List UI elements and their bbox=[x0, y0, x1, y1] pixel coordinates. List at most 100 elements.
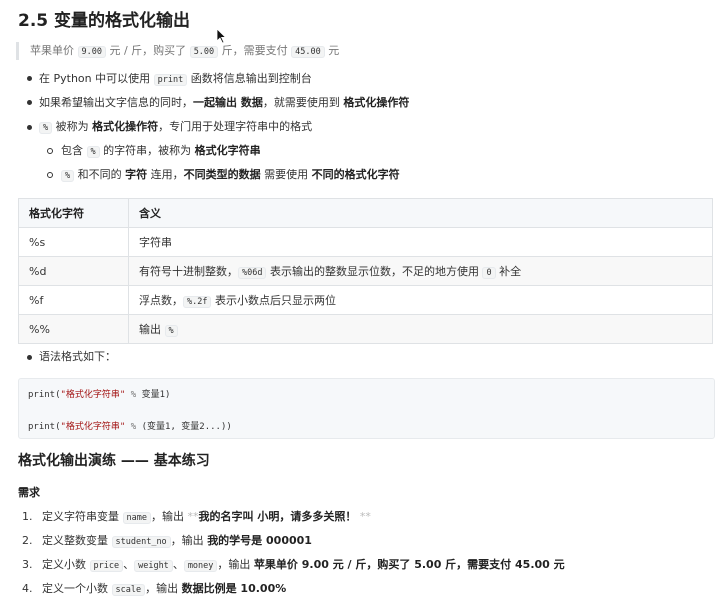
requirement-label: 需求 bbox=[18, 486, 40, 499]
bold-text: 苹果单价 9.00 元 / 斤，购买了 5.00 斤，需要支付 45.00 元 bbox=[253, 558, 565, 571]
list-number: 3. bbox=[22, 558, 33, 571]
text: 连用， bbox=[150, 168, 184, 181]
inline-code: name bbox=[122, 512, 151, 524]
table-header-row: 格式化字符 含义 bbox=[18, 198, 713, 228]
bullet-dot-icon bbox=[27, 125, 32, 130]
bold-text: 我的学号是 000001 bbox=[207, 534, 312, 547]
text: ，输出 bbox=[145, 582, 179, 595]
text: 输出 bbox=[139, 323, 161, 336]
list-item: 语法格式如下： bbox=[39, 350, 116, 363]
bold-text: 我的名字叫 小明，请多多关照！ bbox=[198, 510, 357, 523]
inline-code: 5.00 bbox=[189, 46, 219, 58]
code-function: print( bbox=[28, 390, 61, 400]
table-cell: %f bbox=[18, 285, 129, 315]
inline-code: %.2f bbox=[183, 296, 212, 308]
table-cell: %s bbox=[18, 227, 129, 257]
table-header: 含义 bbox=[128, 198, 713, 228]
bold-text: 不同类型的数据 bbox=[183, 168, 261, 181]
list-item: 如果希望输出文字信息的同时，一起输出 数据，就需要使用到 格式化操作符 bbox=[39, 95, 409, 111]
text: 如果希望输出文字信息的同时， bbox=[39, 96, 193, 109]
sub-list-item: 包含 % 的字符串，被称为 格式化字符串 bbox=[61, 143, 261, 160]
bold-text: 格式化操作符 bbox=[343, 96, 410, 109]
list-item: % 被称为 格式化操作符，专门用于处理字符串中的格式 bbox=[39, 119, 312, 136]
text: 浮点数， bbox=[139, 294, 183, 307]
inline-code: % bbox=[39, 122, 53, 134]
markdown-stars: ** bbox=[187, 510, 199, 523]
bold-text: 格式化字符串 bbox=[194, 144, 261, 157]
bold-text: 字符 bbox=[125, 168, 148, 181]
text: 定义一个小数 bbox=[42, 582, 108, 595]
list-item: 1. 定义字符串变量 name ，输出 **我的名字叫 小明，请多多关照！ ** bbox=[22, 509, 371, 526]
text: 、 bbox=[172, 558, 184, 571]
bold-text: 格式化操作符 bbox=[92, 120, 159, 133]
inline-code: % bbox=[86, 146, 100, 158]
quote-text: 苹果单价 bbox=[30, 44, 74, 57]
sub-bullet-circle-icon bbox=[47, 148, 53, 154]
code-text: (变量1, 变量2...)) bbox=[141, 422, 232, 432]
quote-text: 斤，需要支付 bbox=[221, 44, 288, 57]
text: 字符串 bbox=[139, 236, 172, 249]
inline-code: 9.00 bbox=[77, 46, 106, 58]
inline-code: % bbox=[61, 170, 75, 182]
code-text: 变量1) bbox=[141, 390, 171, 400]
page-title: 2.5 变量的格式化输出 bbox=[18, 11, 191, 31]
text: 和不同的 bbox=[77, 168, 122, 181]
quote-text: 元 / 斤，购买了 bbox=[109, 44, 187, 57]
text: 包含 bbox=[61, 144, 83, 157]
inline-code: scale bbox=[111, 584, 146, 596]
text: 的字符串，被称为 bbox=[103, 144, 192, 157]
text: ，输出 bbox=[170, 534, 204, 547]
text: 有符号十进制整数， bbox=[139, 265, 238, 278]
text: 表示输出的整数显示位数，不足的地方使用 bbox=[269, 265, 479, 278]
list-item: 2. 定义整数变量 student_no ，输出 我的学号是 000001 bbox=[22, 533, 312, 550]
code-string: "格式化字符串" bbox=[60, 422, 126, 432]
text: 定义字符串变量 bbox=[42, 510, 119, 523]
table-row: %d 有符号十进制整数， %06d 表示输出的整数显示位数，不足的地方使用 0 补… bbox=[18, 256, 713, 286]
text: 被称为 bbox=[55, 120, 89, 133]
text: 补全 bbox=[499, 265, 522, 278]
bold-text: 数据比例是 10.00% bbox=[181, 582, 287, 595]
bullet-dot-icon bbox=[27, 100, 32, 105]
table-cell: 有符号十进制整数， %06d 表示输出的整数显示位数，不足的地方使用 0 补全 bbox=[128, 256, 713, 286]
text: 需要使用 bbox=[264, 168, 309, 181]
table-cell: 浮点数， %.2f 表示小数点后只显示两位 bbox=[128, 285, 713, 315]
text: ，专门用于处理字符串中的格式 bbox=[158, 120, 313, 133]
inline-code: %06d bbox=[238, 267, 267, 279]
text: ，输出 bbox=[217, 558, 251, 571]
markdown-stars: ** bbox=[359, 510, 371, 523]
text: 在 Python 中可以使用 bbox=[39, 72, 151, 85]
inline-code: money bbox=[183, 560, 218, 572]
table-row: %f 浮点数， %.2f 表示小数点后只显示两位 bbox=[18, 285, 713, 315]
list-item: 4. 定义一个小数 scale ，输出 数据比例是 10.00% bbox=[22, 581, 286, 598]
list-item: 在 Python 中可以使用 print 函数将信息输出到控制台 bbox=[39, 71, 312, 88]
code-line: print("格式化字符串" % (变量1, 变量2...)) bbox=[28, 419, 232, 432]
inline-code: weight bbox=[134, 560, 173, 572]
inline-code: student_no bbox=[111, 536, 171, 548]
text: 定义小数 bbox=[42, 558, 86, 571]
bold-text: 一起输出 数据 bbox=[193, 96, 263, 109]
text: 函数将信息输出到控制台 bbox=[190, 72, 312, 85]
code-string: "格式化字符串" bbox=[60, 390, 126, 400]
text: 定义整数变量 bbox=[42, 534, 108, 547]
inline-code: % bbox=[164, 325, 178, 337]
table-row: %% 输出 % bbox=[18, 314, 713, 344]
blockquote: 苹果单价 9.00 元 / 斤，购买了 5.00 斤，需要支付 45.00 元 bbox=[16, 42, 339, 60]
table-cell: %% bbox=[18, 314, 129, 344]
inline-code: 45.00 bbox=[291, 46, 325, 58]
table-cell: %d bbox=[18, 256, 129, 286]
code-operator: % bbox=[125, 422, 142, 432]
text: 表示小数点后只显示两位 bbox=[214, 294, 336, 307]
list-number: 4. bbox=[22, 582, 33, 595]
format-table: 格式化字符 含义 %s 字符串 %d 有符号十进制整数， %06d 表示输出的整数… bbox=[18, 198, 713, 344]
inline-code: price bbox=[89, 560, 124, 572]
inline-code: 0 bbox=[482, 267, 496, 279]
text: ，就需要使用到 bbox=[262, 96, 340, 109]
text: ，输出 bbox=[150, 510, 184, 523]
document-page: 2.5 变量的格式化输出 苹果单价 9.00 元 / 斤，购买了 5.00 斤，… bbox=[0, 0, 719, 602]
list-item: 3. 定义小数 price、 weight、 money ，输出 苹果单价 9.00 … bbox=[22, 557, 565, 574]
code-function: print( bbox=[28, 422, 61, 432]
table-row: %s 字符串 bbox=[18, 227, 713, 257]
section-title: 格式化输出演练 —— 基本练习 bbox=[18, 453, 210, 469]
sub-bullet-circle-icon bbox=[47, 172, 53, 178]
code-block: print("格式化字符串" % 变量1) print("格式化字符串" % (… bbox=[18, 378, 715, 439]
